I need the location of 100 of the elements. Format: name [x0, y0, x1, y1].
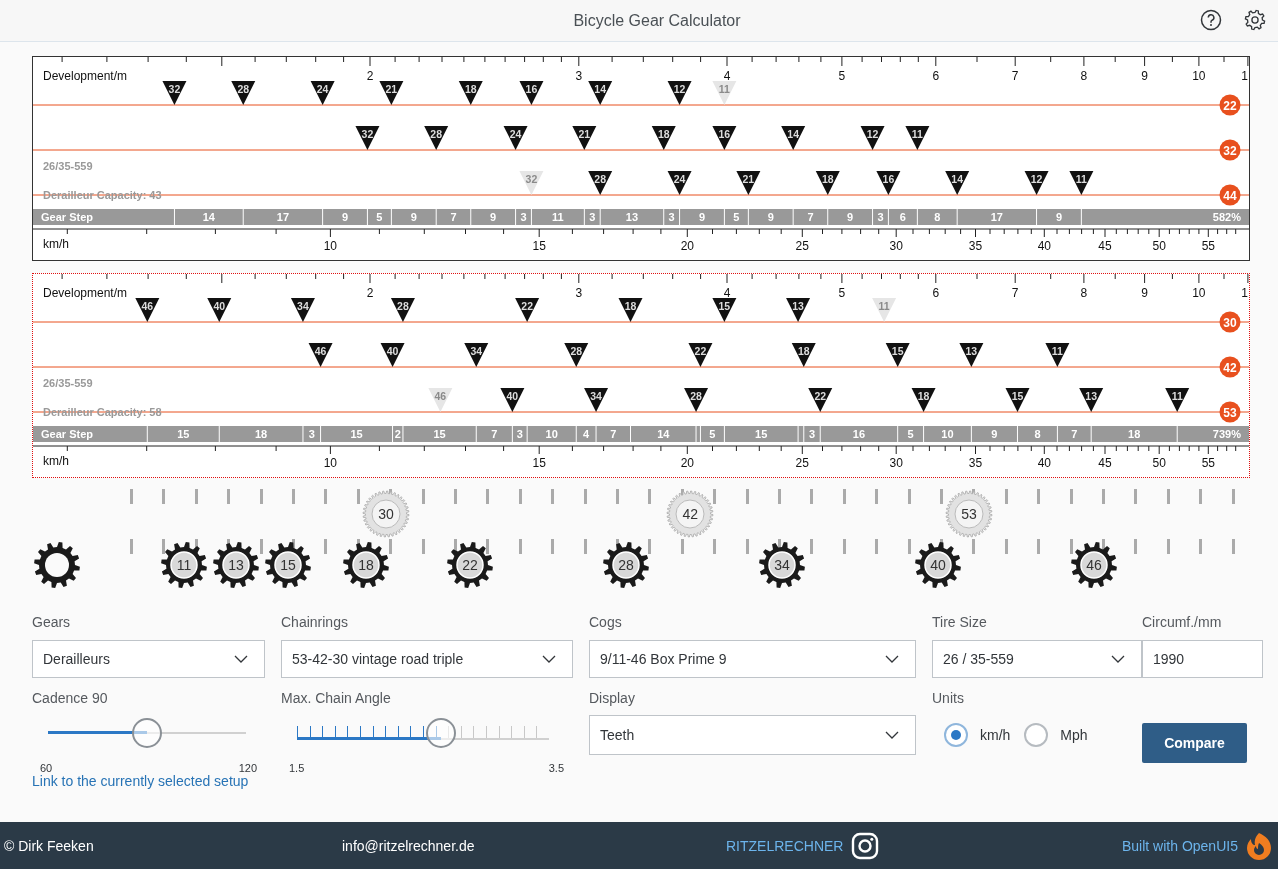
cog-marker[interactable]: 18	[791, 343, 816, 367]
cog-teeth: 46	[1085, 556, 1103, 574]
cog-marker[interactable]: 15	[1005, 388, 1030, 412]
cog-marker[interactable]: 32	[355, 126, 380, 150]
cog-marker[interactable]: 32	[162, 81, 187, 105]
dropdown[interactable]: 9/11-46 Box Prime 9	[589, 640, 916, 678]
help-icon[interactable]	[1200, 9, 1222, 31]
cog-marker[interactable]: 24	[503, 126, 528, 150]
cog-marker[interactable]: 34	[584, 388, 609, 412]
gear-step-segment: 9	[680, 209, 724, 225]
cog-marker[interactable]: 18	[458, 81, 483, 105]
cog-marker[interactable]: 24	[667, 171, 692, 195]
cog-marker[interactable]: 11	[1165, 388, 1190, 412]
cog-marker[interactable]: 15	[885, 343, 910, 367]
instagram-icon[interactable]	[851, 831, 880, 860]
gear-step-segment: 13	[600, 209, 664, 225]
cog-marker[interactable]: 28	[390, 298, 415, 322]
chevron-down-icon[interactable]	[542, 655, 556, 663]
brand-link[interactable]: RITZELRECHNER	[726, 837, 844, 854]
chainring-badge: 32	[1219, 139, 1241, 161]
cog-marker[interactable]: 22	[808, 388, 833, 412]
dropdown[interactable]: 53-42-30 vintage road triple	[281, 640, 573, 678]
gear-step-segment: 3	[303, 426, 321, 442]
cog-marker[interactable]: 15	[712, 298, 737, 322]
gear-step-segment: 15	[403, 426, 476, 442]
chevron-down-icon[interactable]	[1111, 655, 1125, 663]
cog-marker[interactable]: 34	[290, 298, 315, 322]
cog-marker[interactable]: 12	[860, 126, 885, 150]
cog-marker[interactable]: 18	[911, 388, 936, 412]
axis-label: 10	[323, 239, 338, 253]
cog-marker[interactable]: 40	[500, 388, 525, 412]
chevron-down-icon[interactable]	[885, 655, 899, 663]
gear-step-segment: 11	[531, 209, 584, 225]
chevron-down-icon[interactable]	[885, 731, 899, 739]
axis-label: 6	[932, 286, 940, 300]
cog-marker[interactable]: 14	[781, 126, 806, 150]
cog-marker[interactable]: 18	[618, 298, 643, 322]
cog-marker[interactable]: 28	[588, 171, 613, 195]
cog-marker[interactable]: 22	[688, 343, 713, 367]
cog-marker[interactable]: 13	[959, 343, 984, 367]
email-text: info@ritzelrechner.de	[342, 837, 476, 854]
gear-step-segment: 5	[898, 426, 924, 442]
axis-label: 35	[968, 239, 983, 253]
cog-gear-icon	[913, 540, 963, 590]
cog-marker[interactable]: 46	[135, 298, 160, 322]
gear-step-segment: 18	[1091, 426, 1177, 442]
chevron-down-icon[interactable]	[234, 655, 248, 663]
cog-marker[interactable]: 18	[815, 171, 840, 195]
app-title: Bicycle Gear Calculator	[573, 11, 741, 30]
slider-thumb[interactable]	[132, 718, 162, 748]
cog-marker[interactable]: 12	[667, 81, 692, 105]
cog-marker[interactable]: 16	[519, 81, 544, 105]
settings-icon[interactable]	[1244, 9, 1266, 31]
slider-thumb[interactable]	[425, 718, 456, 748]
axis-label: 55	[1201, 239, 1215, 253]
gear-step-segment: 3	[873, 209, 888, 225]
dropdown[interactable]: Teeth	[589, 715, 916, 755]
cog-marker[interactable]: 28	[231, 81, 256, 105]
cog-marker[interactable]: 21	[572, 126, 597, 150]
pulley-gear-icon	[32, 540, 82, 590]
cog-marker[interactable]: 11	[1045, 343, 1070, 367]
cog-marker[interactable]: 14	[588, 81, 613, 105]
gear-step-segment: 582%	[1081, 209, 1249, 225]
cog-teeth: 13	[227, 556, 245, 574]
cog-marker[interactable]: 40	[207, 298, 232, 322]
cog-marker[interactable]: 11	[905, 126, 930, 150]
built-with-link[interactable]: Built with OpenUI5	[1122, 837, 1238, 854]
cog-marker[interactable]: 28	[424, 126, 449, 150]
dropdown[interactable]: 26 / 35-559	[932, 640, 1142, 678]
cog-marker[interactable]: 34	[464, 343, 489, 367]
cog-marker[interactable]: 13	[1079, 388, 1104, 412]
cog-marker[interactable]: 46	[308, 343, 333, 367]
unit-radio[interactable]: Mph	[1024, 723, 1088, 747]
cog-gear-icon	[263, 540, 313, 590]
cog-marker[interactable]: 11	[1069, 171, 1094, 195]
cog-marker[interactable]: 24	[310, 81, 335, 105]
cog-gear-icon	[601, 540, 651, 590]
cog-marker[interactable]: 40	[380, 343, 405, 367]
cog-marker[interactable]: 12	[1024, 171, 1049, 195]
cog-marker[interactable]: 18	[651, 126, 676, 150]
circumference-field[interactable]: 1990	[1142, 640, 1263, 678]
cog-marker[interactable]: 16	[876, 171, 901, 195]
slider-max-label: 120	[238, 762, 257, 774]
setup-link[interactable]: Link to the currently selected setup	[32, 773, 249, 789]
axis-label: 3	[575, 69, 583, 83]
chainring-gear-icon	[665, 489, 716, 539]
axis-label: 6	[932, 69, 940, 83]
chainring-badge: 44	[1219, 184, 1241, 206]
compare-button[interactable]: Compare	[1142, 723, 1247, 763]
dropdown[interactable]: Derailleurs	[32, 640, 265, 678]
cog-marker[interactable]: 14	[945, 171, 970, 195]
cog-marker[interactable]: 28	[684, 388, 709, 412]
cog-marker[interactable]: 21	[736, 171, 761, 195]
cog-marker[interactable]: 21	[379, 81, 404, 105]
cog-marker[interactable]: 28	[564, 343, 589, 367]
cog-marker[interactable]: 13	[786, 298, 811, 322]
chainring-badge: 42	[1219, 356, 1241, 378]
cog-marker[interactable]: 22	[515, 298, 540, 322]
unit-radio[interactable]: km/h	[944, 723, 1011, 747]
cog-marker[interactable]: 16	[712, 126, 737, 150]
